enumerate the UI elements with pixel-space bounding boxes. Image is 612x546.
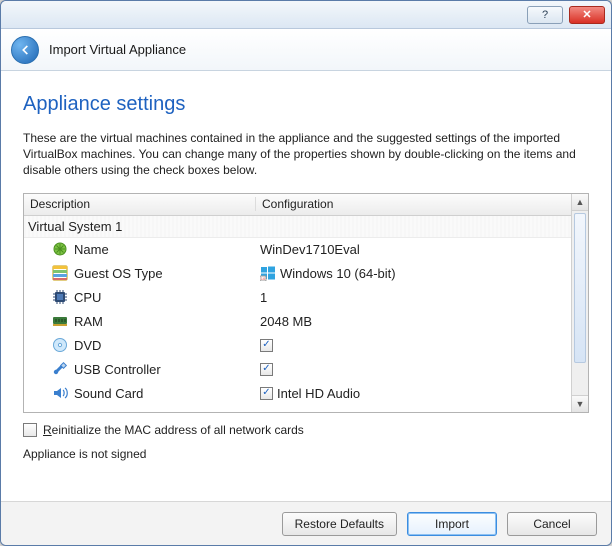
content-area: Appliance settings These are the virtual… <box>1 71 611 501</box>
header-bar: Import Virtual Appliance <box>1 29 611 71</box>
table-row[interactable]: CPU 1 <box>24 286 571 310</box>
row-configuration-cell: 10 Windows 10 (64-bit) <box>256 265 571 281</box>
import-label: Import <box>435 517 469 531</box>
table-row[interactable]: RAM 2048 MB <box>24 310 571 334</box>
col-header-configuration[interactable]: Configuration <box>256 197 571 211</box>
row-value: Windows 10 (64-bit) <box>280 266 396 281</box>
row-label: USB Controller <box>74 362 161 377</box>
table-header: Description Configuration <box>24 194 571 216</box>
scroll-up-button[interactable]: ▲ <box>572 194 588 211</box>
row-label: Name <box>74 242 109 257</box>
row-label: RAM <box>74 314 103 329</box>
arrow-left-icon <box>18 43 32 57</box>
page-intro: These are the virtual machines contained… <box>23 130 589 179</box>
group-row[interactable]: Virtual System 1 <box>24 216 571 238</box>
row-configuration-cell: ✓ <box>256 339 571 352</box>
row-value: 1 <box>260 290 267 305</box>
table-row[interactable]: Guest OS Type 10 Windows 10 (64-bit) <box>24 262 571 286</box>
help-button[interactable]: ? <box>527 6 563 24</box>
row-description-cell: Name <box>24 241 256 257</box>
help-icon: ? <box>542 9 548 21</box>
row-checkbox[interactable]: ✓ <box>260 387 273 400</box>
row-description-cell: Guest OS Type <box>24 265 256 281</box>
row-description-cell: CPU <box>24 289 256 305</box>
snd-icon <box>52 385 68 401</box>
row-label: Guest OS Type <box>74 266 163 281</box>
col-header-description[interactable]: Description <box>24 197 256 211</box>
row-label: CPU <box>74 290 101 305</box>
appliance-signed-status: Appliance is not signed <box>23 447 589 461</box>
import-button[interactable]: Import <box>407 512 497 536</box>
scroll-down-button[interactable]: ▼ <box>572 395 588 412</box>
dialog-window: ? ✕ Import Virtual Appliance Appliance s… <box>0 0 612 546</box>
close-icon: ✕ <box>582 8 591 21</box>
cpu-icon <box>52 289 68 305</box>
reinit-mac-checkbox[interactable] <box>23 423 37 437</box>
row-checkbox[interactable]: ✓ <box>260 363 273 376</box>
svg-text:10: 10 <box>261 276 266 281</box>
below-table: Reinitialize the MAC address of all netw… <box>23 423 589 461</box>
table-row[interactable]: Name WinDev1710Eval <box>24 238 571 262</box>
close-button[interactable]: ✕ <box>569 6 605 24</box>
reinit-mac-row[interactable]: Reinitialize the MAC address of all netw… <box>23 423 589 437</box>
titlebar: ? ✕ <box>1 1 611 29</box>
dvd-icon <box>52 337 68 353</box>
restore-defaults-label: Restore Defaults <box>295 517 384 531</box>
reinit-mac-label: Reinitialize the MAC address of all netw… <box>43 423 304 437</box>
row-description-cell: DVD <box>24 337 256 353</box>
row-value: 2048 MB <box>260 314 312 329</box>
row-label: Sound Card <box>74 386 143 401</box>
name-icon <box>52 241 68 257</box>
row-value: WinDev1710Eval <box>260 242 360 257</box>
row-description-cell: Sound Card <box>24 385 256 401</box>
table-row[interactable]: DVD ✓ <box>24 334 571 358</box>
row-configuration-cell: ✓ <box>256 363 571 376</box>
row-checkbox[interactable]: ✓ <box>260 339 273 352</box>
row-configuration-cell: WinDev1710Eval <box>256 242 571 257</box>
table-row[interactable]: USB Controller ✓ <box>24 358 571 382</box>
dialog-footer: Restore Defaults Import Cancel <box>1 501 611 545</box>
cancel-label: Cancel <box>533 517 570 531</box>
row-label: DVD <box>74 338 101 353</box>
back-button[interactable] <box>11 36 39 64</box>
table-row[interactable]: Sound Card ✓ Intel HD Audio <box>24 382 571 406</box>
ram-icon <box>52 313 68 329</box>
vertical-scrollbar[interactable]: ▲ ▼ <box>571 194 588 412</box>
settings-table: Description Configuration Virtual System… <box>23 193 589 413</box>
usb-icon <box>52 361 68 377</box>
row-description-cell: RAM <box>24 313 256 329</box>
row-value: Intel HD Audio <box>277 386 360 401</box>
row-description-cell: USB Controller <box>24 361 256 377</box>
os-icon <box>52 265 68 281</box>
page-heading: Appliance settings <box>23 93 589 116</box>
restore-defaults-button[interactable]: Restore Defaults <box>282 512 397 536</box>
table-body: Description Configuration Virtual System… <box>24 194 571 412</box>
row-configuration-cell: 2048 MB <box>256 314 571 329</box>
scroll-track[interactable] <box>572 211 588 395</box>
cancel-button[interactable]: Cancel <box>507 512 597 536</box>
row-configuration-cell: ✓ Intel HD Audio <box>256 386 571 401</box>
win10-icon: 10 <box>260 265 276 281</box>
header-title: Import Virtual Appliance <box>49 42 186 57</box>
scroll-thumb[interactable] <box>574 213 586 363</box>
row-configuration-cell: 1 <box>256 290 571 305</box>
